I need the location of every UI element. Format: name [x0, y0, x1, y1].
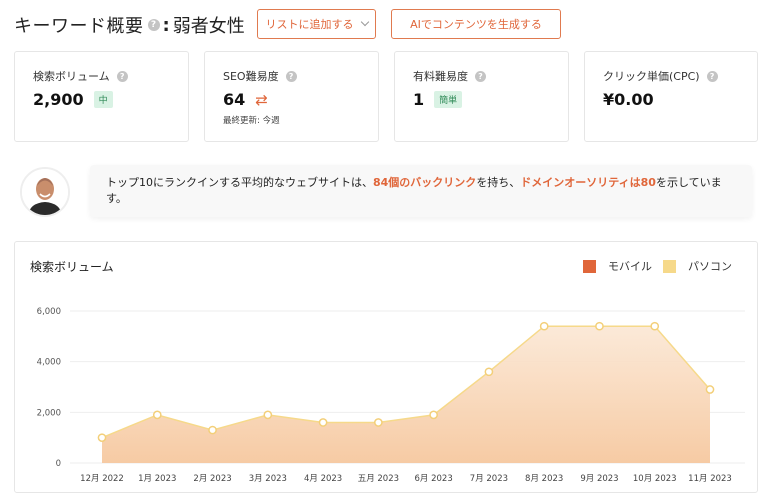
- y-tick-label: 0: [56, 459, 61, 469]
- generate-ai-content-button[interactable]: AIでコンテンツを生成する: [391, 9, 561, 39]
- metric-label: 有料難易度: [413, 70, 468, 83]
- x-tick-label: 1月 2023: [138, 474, 176, 484]
- insight-text: トップ10にランクインする平均的なウェブサイトは、: [106, 176, 373, 189]
- page-title: キーワード概要: [14, 16, 144, 37]
- last-updated-text: 最終更新: 今週: [223, 116, 280, 126]
- search-volume-chart-card: 検索ボリューム モバイル パソコン 0 2,000 4,000 6,000 12月 20…: [14, 241, 758, 493]
- y-tick-label: 4,000: [37, 358, 61, 368]
- metric-value: 1: [413, 90, 425, 109]
- data-point-desktop: [263, 410, 273, 420]
- data-point-desktop: [429, 410, 438, 420]
- page-header: キーワード概要 ? : 弱者女性: [14, 10, 245, 40]
- metric-card-search-volume: 検索ボリューム? 2,900 中: [14, 51, 189, 142]
- add-to-list-label: リストに追加する: [265, 18, 354, 31]
- metric-value: 2,900: [33, 90, 84, 109]
- x-tick-label: 10月 2023: [633, 474, 677, 484]
- search-volume-chart: 0 2,000 4,000 6,000 12月 2022 1月 2023 2月 2023 3月…: [37, 307, 745, 484]
- data-point-desktop: [484, 367, 494, 377]
- metric-label: クリック単価(CPC): [603, 70, 700, 83]
- data-point-desktop: [208, 425, 217, 435]
- add-to-list-button[interactable]: リストに追加する: [257, 9, 376, 39]
- metric-card-cpc: クリック単価(CPC)? ¥0.00: [584, 51, 758, 142]
- data-point-desktop: [97, 433, 107, 443]
- metric-label: SEO難易度: [223, 70, 279, 83]
- difficulty-badge: 中: [93, 91, 113, 108]
- help-icon[interactable]: ?: [147, 19, 160, 31]
- metric-card-paid-difficulty: 有料難易度? 1 簡単: [394, 51, 569, 142]
- metric-label: 検索ボリューム: [33, 70, 110, 83]
- data-point-desktop: [595, 321, 604, 331]
- metric-card-seo-difficulty: SEO難易度? 64 ⇄ 最終更新: 今週: [204, 51, 379, 142]
- data-point-desktop: [318, 418, 328, 427]
- backlinks-link[interactable]: 84個のバックリンク: [373, 176, 476, 189]
- x-tick-label: 7月 2023: [470, 474, 508, 484]
- x-tick-label: 2月 2023: [193, 474, 231, 484]
- domain-authority-link[interactable]: ドメインオーソリティは80: [520, 176, 656, 189]
- data-point-desktop: [539, 321, 549, 331]
- data-point-desktop: [650, 321, 660, 331]
- title-separator: :: [162, 14, 170, 36]
- x-tick-label: 9月 2023: [580, 474, 618, 484]
- y-tick-label: 2,000: [37, 408, 61, 418]
- x-tick-label: 8月 2023: [525, 474, 563, 484]
- metric-value: 64: [223, 90, 246, 109]
- generate-ai-label: AIでコンテンツを生成する: [410, 18, 542, 31]
- metric-value: ¥0.00: [603, 90, 654, 109]
- x-tick-label: 3月 2023: [249, 474, 287, 484]
- keyword-text: 弱者女性: [172, 16, 245, 37]
- x-tick-label: 4月 2023: [304, 474, 342, 484]
- data-point-desktop: [152, 410, 162, 420]
- avatar: [20, 167, 70, 217]
- help-icon[interactable]: ?: [475, 70, 486, 82]
- x-tick-label: 6月 2023: [415, 474, 453, 484]
- insight-banner: トップ10にランクインする平均的なウェブサイトは、84個のバックリンクを持ち、ド…: [90, 165, 752, 217]
- help-icon[interactable]: ?: [706, 70, 718, 82]
- data-point-desktop: [374, 418, 383, 427]
- x-tick-label: 11月 2023: [688, 474, 732, 484]
- x-tick-label: 五月 2023: [358, 474, 399, 484]
- y-tick-label: 6,000: [37, 307, 61, 317]
- chevron-down-icon: [360, 17, 369, 27]
- insight-text: を持ち、: [476, 176, 521, 189]
- data-point-desktop: [705, 385, 715, 394]
- refresh-icon[interactable]: ⇄: [255, 91, 268, 109]
- help-icon[interactable]: ?: [116, 70, 128, 82]
- difficulty-badge: 簡単: [434, 91, 463, 108]
- series-area-desktop: [102, 326, 710, 463]
- x-tick-label: 12月 2022: [80, 474, 124, 484]
- help-icon[interactable]: ?: [285, 70, 297, 82]
